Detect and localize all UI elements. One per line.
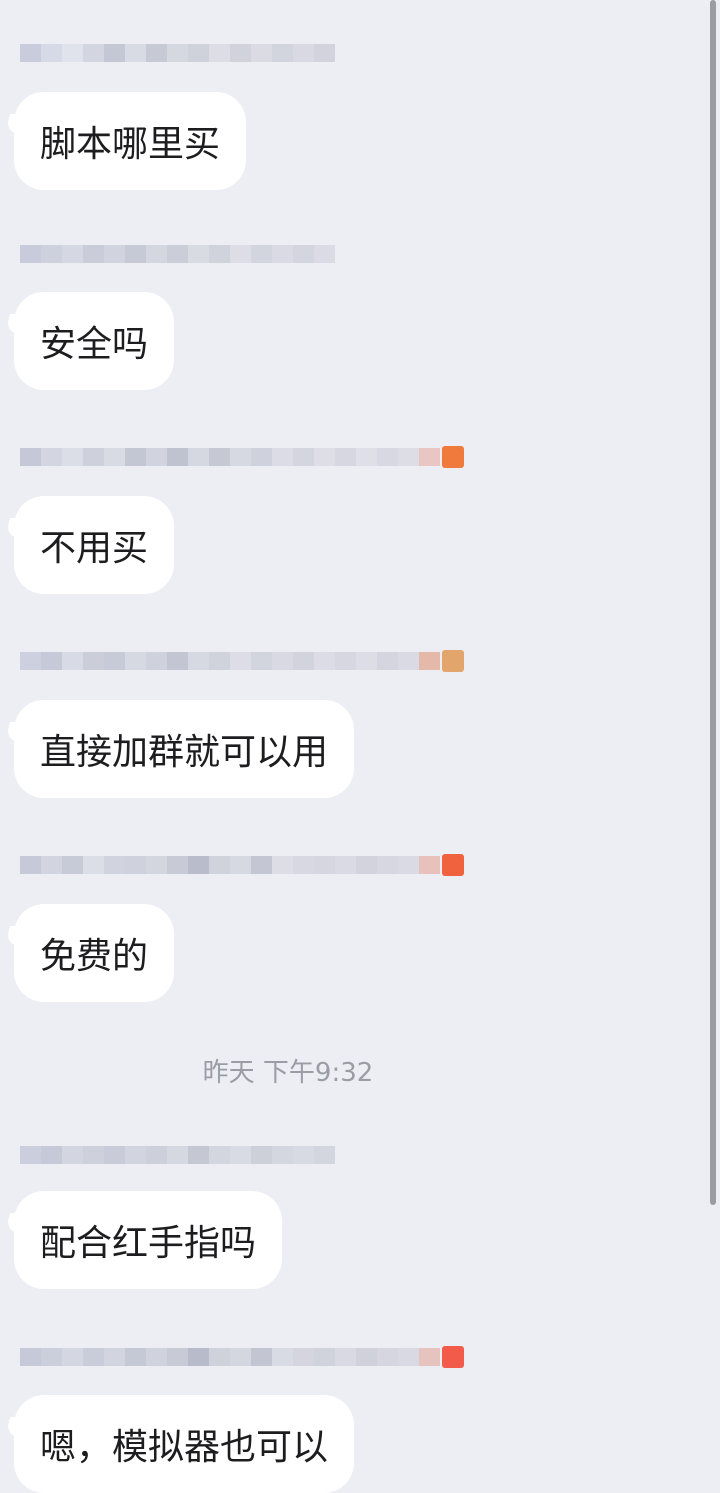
level-badge-icon [442, 854, 464, 876]
sender-name-blurred [20, 1138, 335, 1172]
message-bubble[interactable]: 不用买 [14, 496, 175, 594]
message-text: 不用买 [40, 528, 149, 569]
message-bubble[interactable]: 安全吗 [14, 292, 175, 390]
sender-name-blurred [20, 237, 335, 271]
message-bubble[interactable]: 嗯，模拟器也可以 [14, 1395, 355, 1493]
message-text: 嗯，模拟器也可以 [40, 1427, 329, 1468]
chat-timestamp: 昨天 下午9:32 [202, 1058, 374, 1088]
blurred-name-pixels [20, 856, 440, 874]
message-bubble[interactable]: 脚本哪里买 [14, 92, 247, 190]
blurred-name-pixels [20, 448, 440, 466]
level-badge-icon [442, 1346, 464, 1368]
blurred-name-pixels [20, 1146, 335, 1164]
sender-name-blurred [20, 440, 464, 474]
sender-name-blurred [20, 1340, 464, 1374]
sender-name-blurred [20, 644, 464, 678]
sender-name-blurred [20, 36, 335, 70]
message-text: 安全吗 [40, 324, 149, 365]
message-text: 配合红手指吗 [40, 1223, 257, 1264]
level-badge-icon [442, 650, 464, 672]
message-text: 免费的 [40, 936, 149, 977]
blurred-name-pixels [20, 1348, 440, 1366]
message-bubble[interactable]: 直接加群就可以用 [14, 700, 355, 798]
level-badge-icon [442, 446, 464, 468]
message-bubble[interactable]: 配合红手指吗 [14, 1191, 283, 1289]
message-text: 脚本哪里买 [40, 124, 221, 165]
blurred-name-pixels [20, 44, 335, 62]
blurred-name-pixels [20, 652, 440, 670]
chat-message-list: 脚本哪里买 安全吗 不用买 直接加群就可以用 免费的 昨天 下午9:32 配合红… [0, 0, 720, 1493]
sender-name-blurred [20, 848, 464, 882]
scrollbar-thumb[interactable] [710, 0, 716, 1205]
message-text: 直接加群就可以用 [40, 732, 329, 773]
blurred-name-pixels [20, 245, 335, 263]
message-bubble[interactable]: 免费的 [14, 904, 175, 1002]
